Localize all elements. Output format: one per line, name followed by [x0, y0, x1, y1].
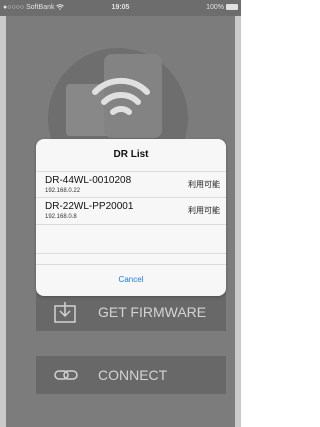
device-status: 利用可能 [188, 206, 220, 215]
device-status: 利用可能 [188, 180, 220, 189]
cancel-button[interactable]: Cancel [36, 264, 226, 296]
dr-list-dialog: DR List DR-44WL-0010208 192.168.0.22 利用可… [36, 139, 226, 296]
device-ip: 192.168.0.8 [45, 214, 77, 220]
device-row[interactable]: DR-44WL-0010208 192.168.0.22 利用可能 [36, 171, 226, 197]
divider [36, 224, 226, 225]
device-row[interactable]: DR-22WL-PP20001 192.168.0.8 利用可能 [36, 197, 226, 223]
divider [36, 253, 226, 254]
device-name: DR-22WL-PP20001 [45, 201, 134, 212]
app-screen: ●○○○○ SoftBank 19:05 100% GET FIRMWARE C… [0, 0, 241, 427]
dialog-title: DR List [113, 149, 149, 160]
device-ip: 192.168.0.22 [45, 188, 81, 194]
device-name: DR-44WL-0010208 [45, 175, 132, 186]
